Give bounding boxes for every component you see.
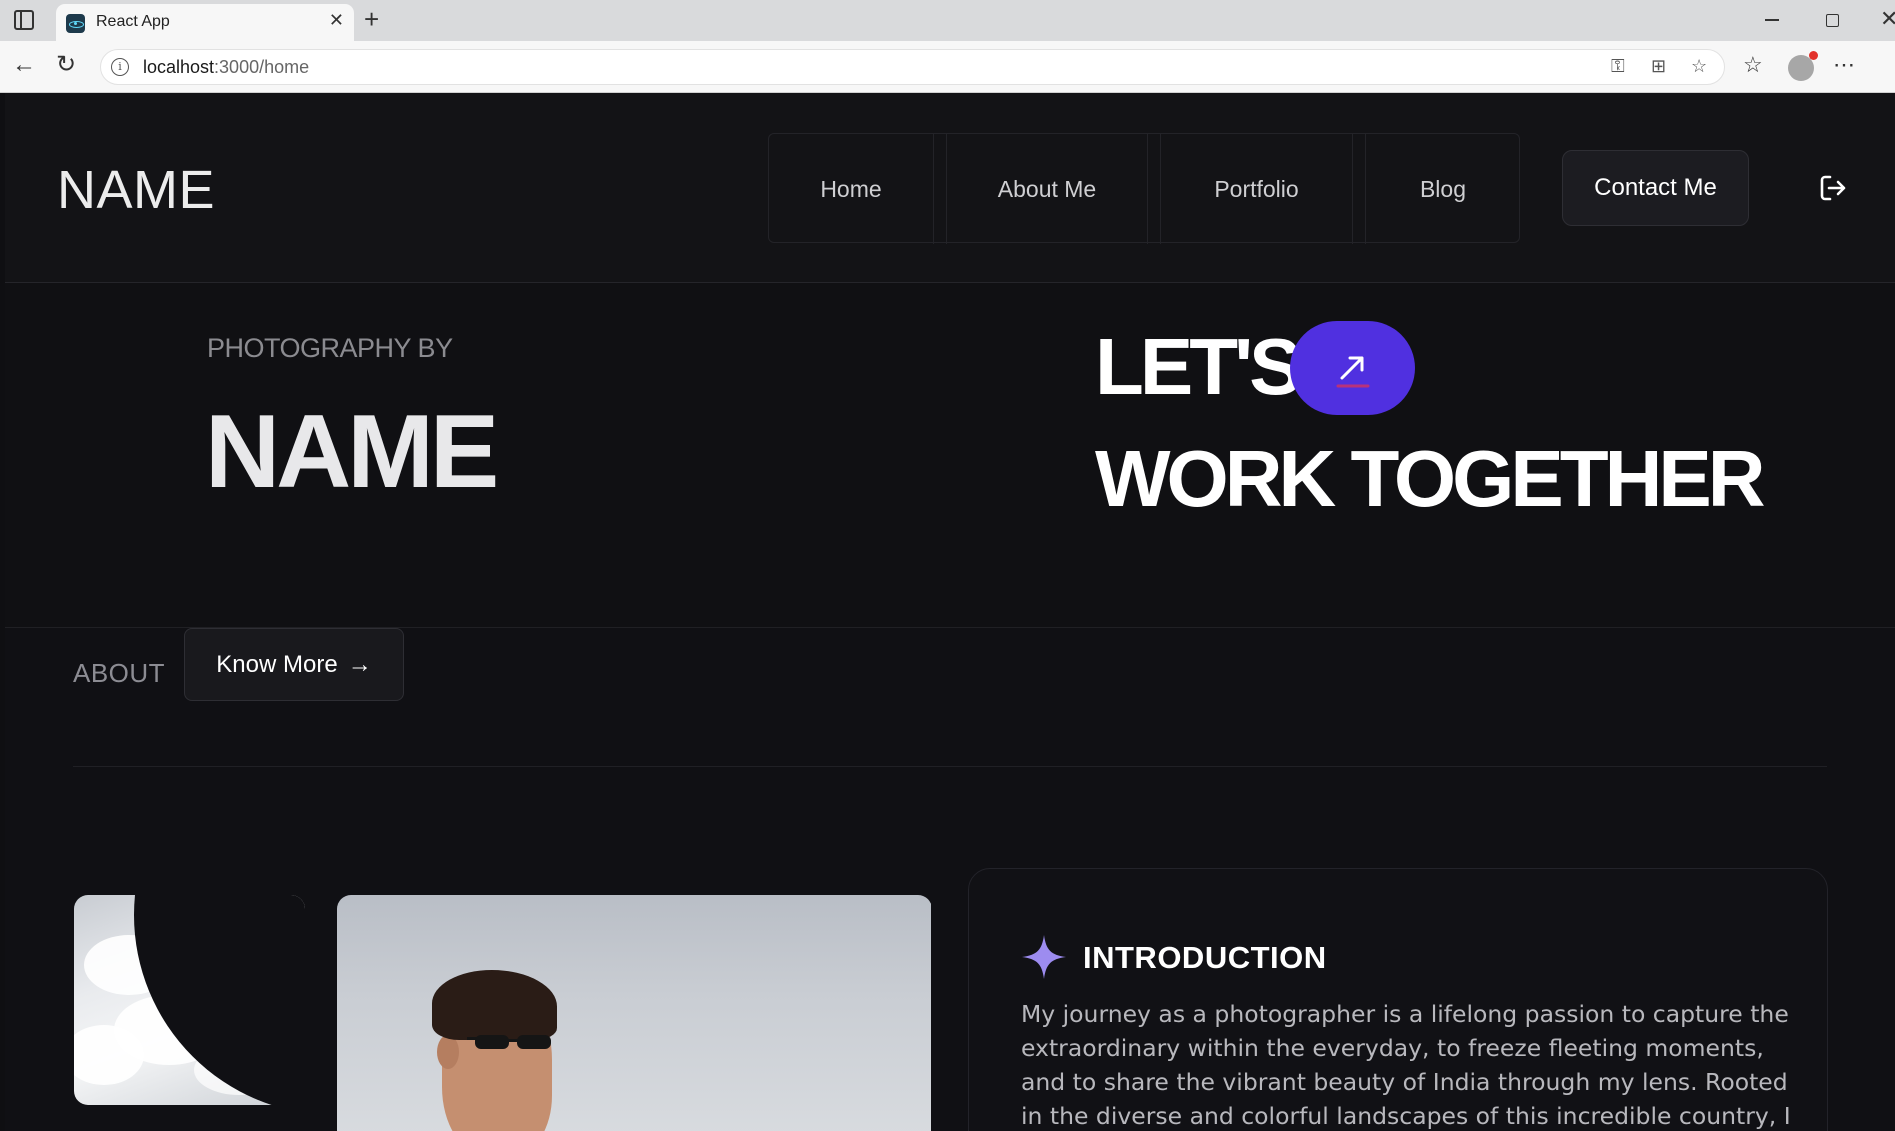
hero-section: PHOTOGRAPHY BY NAME LET'S WORK TOGETHER [5,283,1895,628]
about-label: ABOUT [73,658,166,688]
sky-photo [74,895,305,1105]
apps-icon[interactable]: ⊞ [1651,56,1666,77]
web-page: NAME Home About Me Portfolio Blog Contac… [5,93,1895,1131]
know-more-label: Know More [216,650,338,678]
curve-cutout [134,895,305,1105]
browser-toolbar: ← ↻ i localhost:3000/home ⚿ ⊞ ☆ ☆ ⋯ [0,41,1895,93]
portrait-photo [337,895,931,1131]
hero-work-together: WORK TOGETHER [1095,434,1766,523]
minimize-icon[interactable] [1765,19,1779,21]
favorite-star-icon[interactable]: ☆ [1691,56,1707,77]
introduction-title: INTRODUCTION [1083,940,1327,975]
browser-tab-bar: React App ✕ + ✕ [0,0,1895,41]
new-tab-button[interactable]: + [364,4,379,34]
logout-icon[interactable] [1817,172,1849,204]
key-icon[interactable]: ⚿ [1611,56,1625,77]
work-together-button[interactable] [1290,321,1415,415]
introduction-text: My journey as a photographer is a lifelo… [1021,1000,1791,1130]
url-path: :3000/home [214,57,310,77]
react-favicon-icon [66,14,85,33]
sidebar-toggle-icon[interactable] [14,10,34,30]
section-divider [73,766,1827,767]
site-header: NAME Home About Me Portfolio Blog Contac… [5,93,1895,283]
window-close-icon[interactable]: ✕ [1880,6,1895,32]
introduction-card: INTRODUCTION My journey as a photographe… [968,868,1828,1131]
nav-portfolio[interactable]: Portfolio [1160,134,1353,244]
hero-lets: LET'S [1095,322,1302,411]
tab-title: React App [96,13,170,30]
arrow-right-icon: → [347,650,372,678]
portrait-photo-card [74,895,931,1131]
contact-me-button[interactable]: Contact Me [1562,150,1749,226]
about-bar: ABOUT Know More → [5,628,1895,828]
reload-icon[interactable]: ↻ [56,50,76,80]
nav-home[interactable]: Home [769,134,934,244]
browser-tab[interactable]: React App ✕ [56,4,354,41]
nav-about-me[interactable]: About Me [946,134,1148,244]
hero-name: NAME [205,394,499,510]
tab-close-icon[interactable]: ✕ [329,10,344,31]
address-url: localhost:3000/home [143,57,309,78]
sunglasses-shape [467,1035,551,1049]
sparkle-icon [1022,935,1066,979]
site-logo[interactable]: NAME [57,159,215,221]
url-host: localhost [143,57,215,77]
restore-icon[interactable] [1826,14,1839,27]
profile-avatar[interactable] [1788,51,1818,81]
arrow-up-right-icon [1336,356,1370,388]
main-nav: Home About Me Portfolio Blog [768,133,1520,244]
know-more-button[interactable]: Know More → [184,628,404,701]
nav-blog[interactable]: Blog [1365,134,1520,244]
back-icon[interactable]: ← [12,50,36,80]
favorites-icon[interactable]: ☆ [1743,52,1763,78]
address-bar[interactable]: i localhost:3000/home ⚿ ⊞ ☆ [100,49,1725,85]
more-menu-icon[interactable]: ⋯ [1833,52,1855,78]
site-info-icon[interactable]: i [111,58,129,76]
hero-kicker: PHOTOGRAPHY BY [207,333,453,363]
